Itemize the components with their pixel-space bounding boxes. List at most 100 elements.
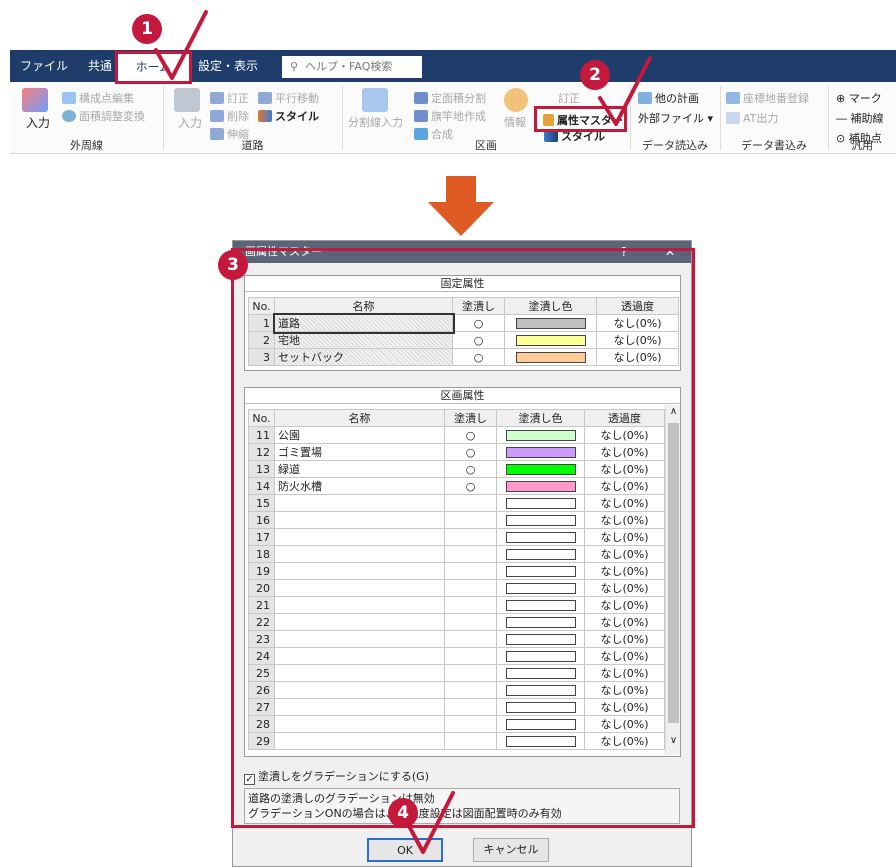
row-fill[interactable] [444, 579, 497, 597]
row-number[interactable]: 15 [248, 494, 275, 512]
row-fill-color[interactable] [496, 528, 585, 546]
tab-common[interactable]: 共通 [88, 50, 112, 82]
table-row[interactable]: 3 セットバック ○ なし(0%) [248, 348, 679, 366]
row-transparency[interactable]: なし(0%) [584, 562, 665, 580]
row-name[interactable]: 公園 [274, 426, 445, 444]
parallel-move-button[interactable]: 平行移動 [258, 90, 319, 106]
scroll-up-button[interactable]: ∧ [666, 406, 680, 417]
table-row[interactable]: 13 緑道 ○ なし(0%) [248, 460, 665, 478]
row-transparency[interactable]: なし(0%) [584, 715, 665, 733]
help-button[interactable]: ? [611, 241, 637, 263]
cancel-button[interactable]: キャンセル [473, 838, 549, 862]
row-fill[interactable] [444, 494, 497, 512]
row-transparency[interactable]: なし(0%) [596, 331, 679, 349]
row-number[interactable]: 13 [248, 460, 275, 478]
row-number[interactable]: 19 [248, 562, 275, 580]
row-number[interactable]: 16 [248, 511, 275, 529]
row-transparency[interactable]: なし(0%) [596, 314, 679, 332]
table-row[interactable]: 26 なし(0%) [248, 681, 665, 699]
row-fill[interactable] [444, 647, 497, 665]
row-fill[interactable] [444, 545, 497, 563]
row-number[interactable]: 18 [248, 545, 275, 563]
row-fill-color[interactable] [496, 613, 585, 631]
row-number[interactable]: 14 [248, 477, 275, 495]
color-swatch[interactable] [505, 463, 576, 475]
row-fill[interactable] [444, 562, 497, 580]
row-fill[interactable]: ○ [452, 348, 505, 366]
row-fill[interactable] [444, 596, 497, 614]
row-fill[interactable]: ○ [452, 314, 505, 332]
row-name[interactable] [274, 528, 445, 546]
table-row[interactable]: 14 防火水槽 ○ なし(0%) [248, 477, 665, 495]
split-line-button[interactable]: 分割線入力 [348, 114, 403, 130]
row-fill[interactable] [444, 681, 497, 699]
row-number[interactable]: 24 [248, 647, 275, 665]
row-fill-color[interactable] [504, 348, 597, 366]
color-swatch[interactable] [505, 565, 576, 577]
row-name[interactable] [274, 715, 445, 733]
row-fill-color[interactable] [496, 443, 585, 461]
row-name[interactable] [274, 511, 445, 529]
flagpole-button[interactable]: 旗竿地作成 [414, 108, 486, 124]
row-fill[interactable] [444, 698, 497, 716]
row-fill[interactable]: ○ [444, 443, 497, 461]
scrollbar-thumb[interactable] [668, 423, 679, 723]
row-number[interactable]: 29 [248, 732, 275, 750]
row-fill-color[interactable] [496, 698, 585, 716]
table-row[interactable]: 19 なし(0%) [248, 562, 665, 580]
row-fill[interactable]: ○ [444, 426, 497, 444]
row-fill-color[interactable] [496, 477, 585, 495]
row-number[interactable]: 25 [248, 664, 275, 682]
color-swatch[interactable] [515, 351, 586, 363]
row-fill-color[interactable] [504, 331, 597, 349]
color-swatch[interactable] [505, 497, 576, 509]
row-name[interactable] [274, 596, 445, 614]
row-fill-color[interactable] [496, 511, 585, 529]
row-transparency[interactable]: なし(0%) [584, 460, 665, 478]
vertex-edit-button[interactable]: 構成点編集 [62, 90, 134, 106]
row-number[interactable]: 11 [248, 426, 275, 444]
table-row[interactable]: 1 道路 ○ なし(0%) [248, 312, 679, 334]
color-swatch[interactable] [515, 317, 586, 329]
row-name[interactable] [274, 732, 445, 750]
color-swatch[interactable] [505, 446, 576, 458]
row-number[interactable]: 26 [248, 681, 275, 699]
area-adjust-button[interactable]: 面積調整変換 [62, 108, 145, 124]
info-button[interactable]: 情報 [504, 114, 526, 130]
row-number[interactable]: 27 [248, 698, 275, 716]
row-fill-color[interactable] [496, 647, 585, 665]
road-style-button[interactable]: スタイル [258, 108, 319, 124]
row-name[interactable]: 防火水槽 [274, 477, 445, 495]
row-fill-color[interactable] [496, 715, 585, 733]
help-search-input[interactable]: ⚲ ヘルプ・FAQ検索 [282, 56, 422, 78]
row-number[interactable]: 3 [248, 348, 275, 366]
row-name[interactable] [274, 562, 445, 580]
table-row[interactable]: 29 なし(0%) [248, 732, 665, 750]
row-transparency[interactable]: なし(0%) [584, 698, 665, 716]
table-row[interactable]: 12 ゴミ置場 ○ なし(0%) [248, 443, 665, 461]
vertical-scrollbar[interactable]: ∧ ∨ [665, 405, 680, 755]
color-swatch[interactable] [515, 334, 586, 346]
row-transparency[interactable]: なし(0%) [596, 348, 679, 366]
row-name[interactable] [274, 579, 445, 597]
aux-line-button[interactable]: ― 補助線 [836, 110, 884, 126]
row-name[interactable] [274, 681, 445, 699]
table-row[interactable]: 22 なし(0%) [248, 613, 665, 631]
row-fill-color[interactable] [496, 426, 585, 444]
color-swatch[interactable] [505, 548, 576, 560]
color-swatch[interactable] [505, 514, 576, 526]
row-name[interactable] [274, 647, 445, 665]
table-row[interactable]: 20 なし(0%) [248, 579, 665, 597]
row-fill[interactable] [444, 715, 497, 733]
row-name[interactable] [274, 613, 445, 631]
mark-button[interactable]: ⊕ マーク [836, 90, 882, 106]
row-transparency[interactable]: なし(0%) [584, 426, 665, 444]
table-row[interactable]: 28 なし(0%) [248, 715, 665, 733]
row-name[interactable]: 緑道 [274, 460, 445, 478]
row-transparency[interactable]: なし(0%) [584, 596, 665, 614]
color-swatch[interactable] [505, 735, 576, 747]
row-fill-color[interactable] [496, 545, 585, 563]
row-name[interactable] [274, 698, 445, 716]
row-name[interactable] [274, 545, 445, 563]
row-fill[interactable]: ○ [444, 460, 497, 478]
